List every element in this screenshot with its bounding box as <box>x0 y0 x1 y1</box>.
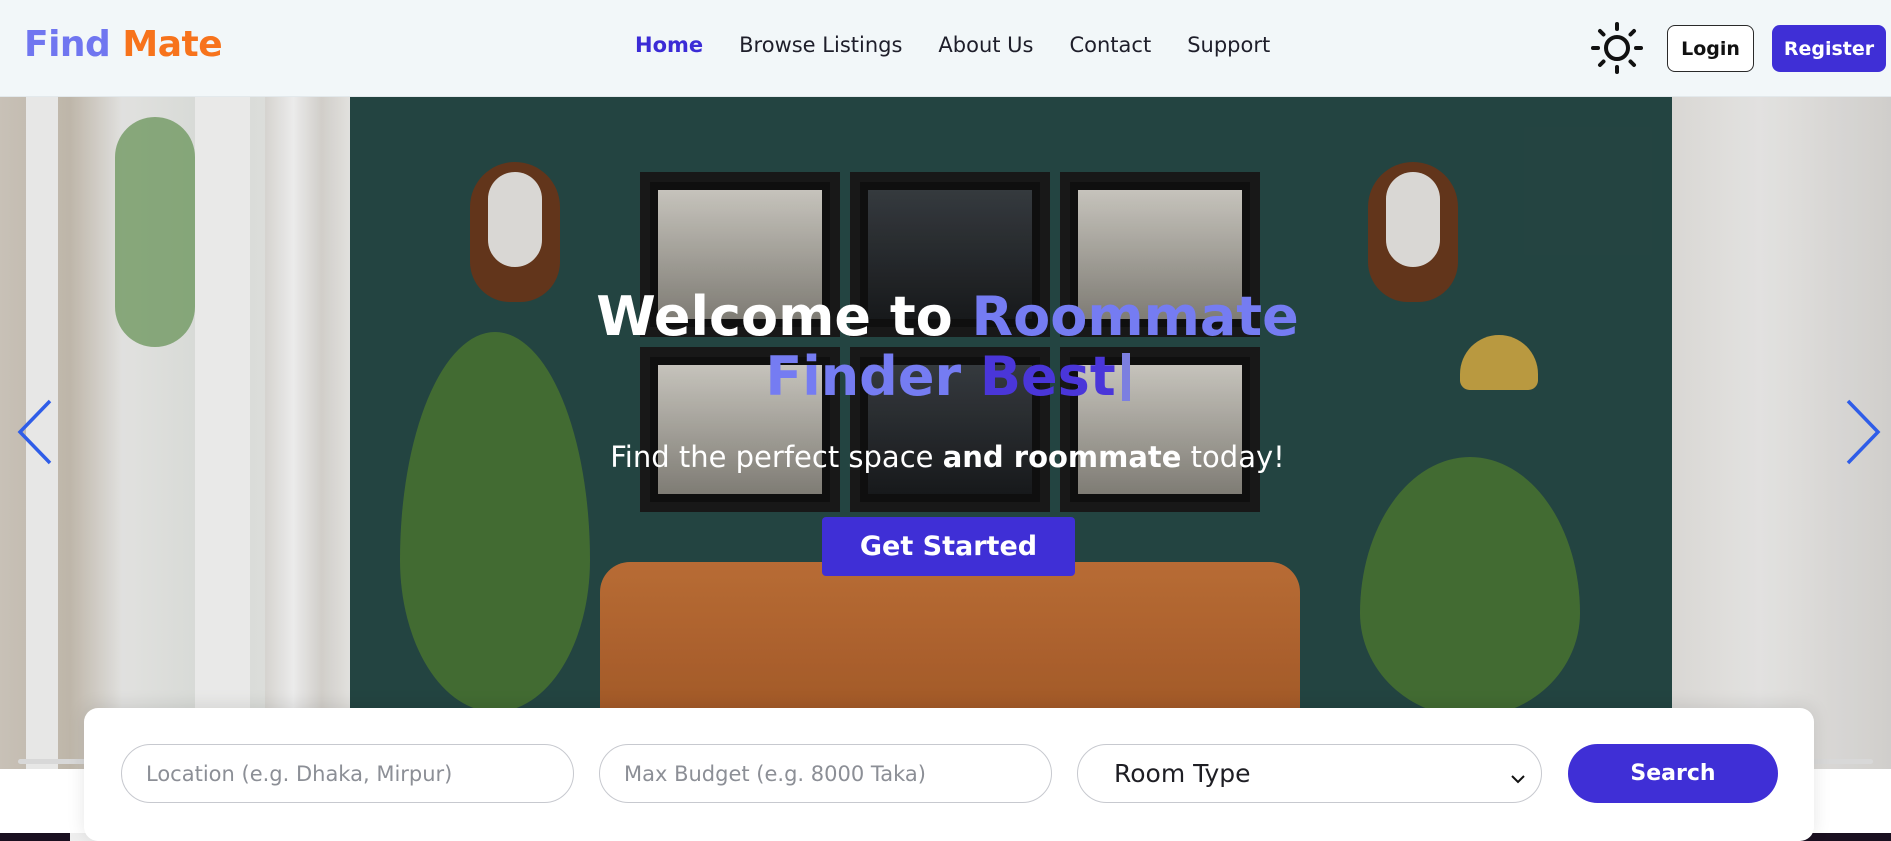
hero-subtitle-bold: and roommate <box>942 440 1182 474</box>
nav-browse-listings[interactable]: Browse Listings <box>739 33 902 57</box>
room-type-value: Room Type <box>1114 759 1251 788</box>
room-type-select[interactable]: Room Type <box>1077 744 1542 803</box>
search-panel: Location (e.g. Dhaka, Mirpur) Max Budget… <box>84 708 1814 841</box>
hero-title-highlight-2: Best <box>961 345 1116 408</box>
chevron-down-icon <box>1509 765 1527 784</box>
nav-about-us[interactable]: About Us <box>938 33 1033 57</box>
location-input[interactable]: Location (e.g. Dhaka, Mirpur) <box>121 744 574 803</box>
budget-input[interactable]: Max Budget (e.g. 8000 Taka) <box>599 744 1052 803</box>
chevron-right-icon[interactable] <box>1842 397 1882 467</box>
login-button[interactable]: Login <box>1667 25 1754 72</box>
hero-subtitle-text: Find the perfect space <box>610 440 943 474</box>
hero-subtitle: Find the perfect space and roommate toda… <box>560 440 1335 474</box>
brand-part-2: Mate <box>122 24 223 65</box>
sun-icon[interactable] <box>1591 22 1643 74</box>
hero-carousel: Welcome to Roommate Finder Best Find the… <box>0 97 1891 769</box>
nav-contact[interactable]: Contact <box>1069 33 1151 57</box>
main-menu: Home Browse Listings About Us Contact Su… <box>635 33 1306 57</box>
search-button[interactable]: Search <box>1568 744 1778 803</box>
brand-part-1: Find <box>24 24 111 65</box>
nav-home[interactable]: Home <box>635 33 703 57</box>
navbar: Find Mate Home Browse Listings About Us … <box>0 0 1891 97</box>
brand-logo[interactable]: Find Mate <box>24 24 223 65</box>
hero-subtitle-end: today! <box>1181 440 1285 474</box>
hero-title-white: Welcome to <box>596 285 972 348</box>
hero-title: Welcome to Roommate Finder Best <box>560 287 1335 407</box>
typing-cursor <box>1121 353 1130 401</box>
register-button[interactable]: Register <box>1772 25 1886 72</box>
get-started-button[interactable]: Get Started <box>822 517 1075 576</box>
chevron-left-icon[interactable] <box>16 397 56 467</box>
nav-support[interactable]: Support <box>1187 33 1270 57</box>
